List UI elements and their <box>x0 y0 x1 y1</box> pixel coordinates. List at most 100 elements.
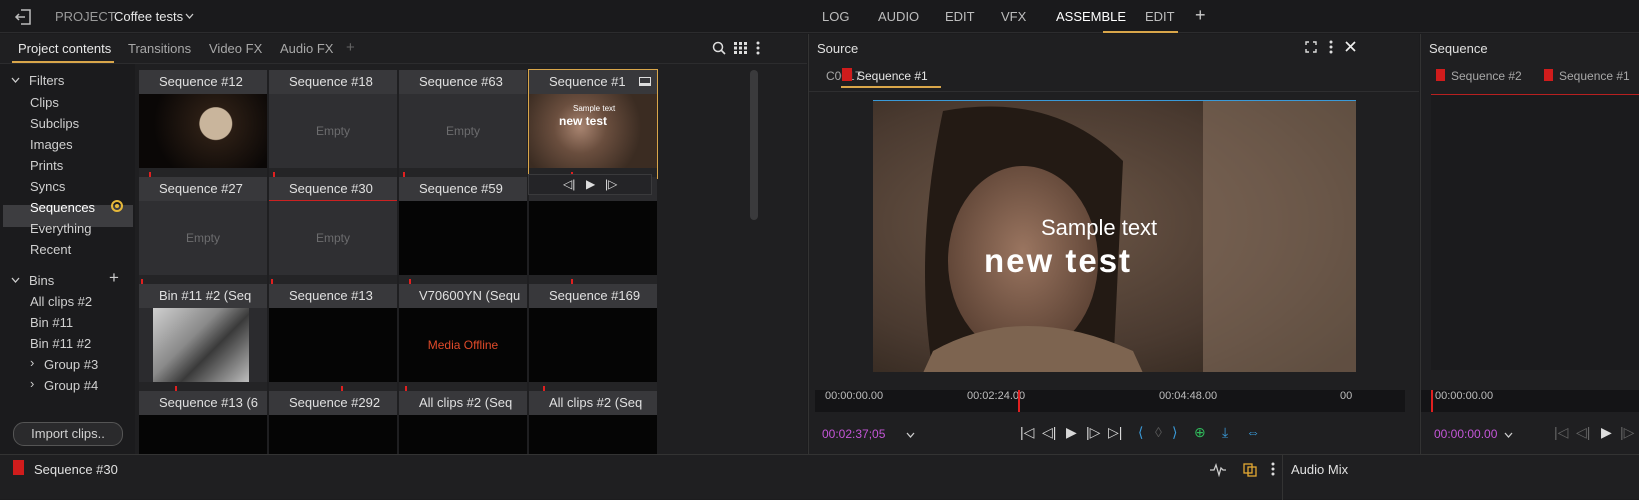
copy-icon[interactable] <box>1243 463 1257 477</box>
sidebar-item-syncs[interactable]: Syncs <box>30 179 65 194</box>
bins-heading[interactable]: Bins <box>29 273 54 288</box>
sequence-tile[interactable]: Sequence #292 <box>269 391 397 489</box>
go-to-end-icon[interactable]: ▷| <box>1108 424 1122 441</box>
tab-edit[interactable]: EDIT <box>945 9 975 24</box>
import-clips-button[interactable]: Import clips.. <box>13 422 123 446</box>
sequence-tile[interactable]: Sequence #27 Empty <box>139 177 267 285</box>
step-back-icon[interactable]: ◁| <box>1042 424 1056 441</box>
tile-title: All clips #2 (Seq <box>399 391 527 415</box>
close-icon[interactable] <box>1345 41 1356 52</box>
go-to-start-icon[interactable]: |◁ <box>1020 424 1034 441</box>
step-forward-icon[interactable]: |▷ <box>1086 424 1100 441</box>
sidebar-item-all-clips-2[interactable]: All clips #2 <box>30 294 92 309</box>
playhead[interactable] <box>1018 390 1020 412</box>
sequence-tile[interactable]: All clips #2 (Seq <box>399 391 527 489</box>
sidebar-item-recent[interactable]: Recent <box>30 242 71 257</box>
tab-transitions[interactable]: Transitions <box>128 41 191 56</box>
previous-frame-icon[interactable]: ◁| <box>563 177 575 191</box>
tab-video-fx[interactable]: Video FX <box>209 41 262 56</box>
add-marker-icon[interactable]: ⊕ <box>1194 424 1206 441</box>
sequence-playhead[interactable] <box>1431 390 1433 412</box>
project-name[interactable]: Coffee tests <box>114 9 183 24</box>
sidebar-item-group-4[interactable]: Group #4 <box>44 378 98 393</box>
sequence-tile[interactable]: Sequence #13 <box>269 284 397 392</box>
sequence-tile[interactable]: Sequence #13 (6 <box>139 391 267 489</box>
add-panel-tab-button[interactable]: + <box>346 39 355 56</box>
tab-project-contents[interactable]: Project contents <box>18 41 111 56</box>
tab-edit-2[interactable]: EDIT <box>1145 9 1175 24</box>
source-timecode[interactable]: 00:02:37;05 <box>822 427 885 441</box>
sidebar-item-sequences[interactable]: Sequences <box>30 200 95 215</box>
sequence-tile[interactable]: Sequence #169 <box>529 284 657 392</box>
tile-title: Sequence #63 <box>399 70 527 94</box>
chevron-down-icon[interactable] <box>11 277 20 283</box>
sequence-tile[interactable]: Sequence #59 <box>399 177 527 285</box>
sidebar-item-bin-11-2[interactable]: Bin #11 #2 <box>30 336 91 351</box>
play-icon[interactable]: ▶ <box>586 177 595 191</box>
sequence-tile[interactable]: All clips #2 (Seq <box>529 391 657 489</box>
sidebar-item-subclips[interactable]: Subclips <box>30 116 79 131</box>
tile-title: Sequence #59 <box>399 177 527 201</box>
tab-sequence-1[interactable]: Sequence #1 <box>857 69 928 83</box>
filters-heading[interactable]: Filters <box>29 73 64 88</box>
sequence-viewer[interactable] <box>1431 95 1639 370</box>
chevron-down-icon[interactable] <box>185 13 194 19</box>
mark-in-icon[interactable]: ⟨ <box>1138 424 1143 441</box>
clear-marks-icon[interactable]: ◊ <box>1155 424 1162 440</box>
sequence-tile[interactable]: Sequence #12 <box>139 70 267 178</box>
next-frame-icon[interactable]: |▷ <box>605 177 617 191</box>
chevron-down-icon[interactable] <box>11 77 20 83</box>
search-icon[interactable] <box>712 41 726 55</box>
tab-audio-fx[interactable]: Audio FX <box>280 41 333 56</box>
step-forward-icon[interactable]: |▷ <box>1620 424 1634 441</box>
tab-sequence-1[interactable]: Sequence #1 <box>1559 69 1630 83</box>
fullscreen-icon[interactable] <box>1305 41 1317 53</box>
divider <box>1282 455 1283 500</box>
grid-view-icon[interactable] <box>734 42 747 54</box>
sidebar-item-group-3[interactable]: Group #3 <box>44 357 98 372</box>
sidebar-item-bin-11[interactable]: Bin #11 <box>30 315 73 330</box>
sidebar-item-clips[interactable]: Clips <box>30 95 59 110</box>
step-back-icon[interactable]: ◁| <box>1576 424 1590 441</box>
chevron-down-icon[interactable] <box>1504 432 1513 438</box>
sequence-tile[interactable]: Sequence #1 Sample text new test <box>528 69 658 179</box>
sidebar-item-everything[interactable]: Everything <box>30 221 91 236</box>
exit-icon[interactable] <box>14 9 32 25</box>
insert-icon[interactable]: ⤓ <box>1222 424 1228 441</box>
sequence-tile[interactable]: Sequence #63 Empty <box>399 70 527 178</box>
play-icon[interactable]: ▶ <box>1601 424 1612 441</box>
more-options-icon[interactable] <box>756 41 760 55</box>
monitor-icon[interactable] <box>639 77 651 86</box>
add-bin-icon[interactable]: + <box>109 268 119 288</box>
replace-icon[interactable]: ⇔ <box>1246 424 1260 440</box>
waveform-icon[interactable] <box>1209 463 1227 477</box>
more-options-icon[interactable] <box>1329 40 1333 54</box>
sequence-ruler[interactable]: 00:00:00.00 <box>1421 390 1639 412</box>
chevron-right-icon[interactable]: › <box>30 376 34 391</box>
more-options-icon[interactable] <box>1271 462 1275 476</box>
go-to-start-icon[interactable]: |◁ <box>1554 424 1568 441</box>
grid-scrollbar[interactable] <box>750 70 758 220</box>
tab-log[interactable]: LOG <box>822 9 849 24</box>
sidebar-item-images[interactable]: Images <box>30 137 73 152</box>
sequence-timecode[interactable]: 00:00:00.00 <box>1434 427 1497 441</box>
sequence-tile[interactable]: Sequence #30 Empty <box>269 177 397 285</box>
add-tab-icon[interactable]: + <box>1195 5 1206 26</box>
mark-out-icon[interactable]: ⟩ <box>1172 424 1177 441</box>
video-viewer[interactable]: Sample text new test <box>873 100 1356 372</box>
tab-vfx[interactable]: VFX <box>1001 9 1026 24</box>
play-icon[interactable]: ▶ <box>1066 424 1077 441</box>
sequence-tile[interactable]: V70600YN (Sequ Media Offline <box>399 284 527 392</box>
sequence-tile[interactable]: Bin #11 #2 (Seq <box>139 284 267 392</box>
sequence-tile[interactable]: Sequence #18 Empty <box>269 70 397 178</box>
tab-assemble[interactable]: ASSEMBLE <box>1056 9 1126 24</box>
sequence-panel: Sequence Sequence #2 Sequence #1 00:00:0… <box>1420 34 1639 454</box>
chevron-right-icon[interactable]: › <box>30 355 34 370</box>
tile-title: Sequence #13 <box>269 284 397 308</box>
sidebar-item-prints[interactable]: Prints <box>30 158 63 173</box>
tab-sequence-2[interactable]: Sequence #2 <box>1451 69 1522 83</box>
timeline-ruler[interactable]: 00:00:00.00 00:02:24.00 00:04:48.00 00 <box>815 390 1405 412</box>
tab-audio[interactable]: AUDIO <box>878 9 919 24</box>
chevron-down-icon[interactable] <box>906 432 915 438</box>
tile-title: Sequence #292 <box>269 391 397 415</box>
